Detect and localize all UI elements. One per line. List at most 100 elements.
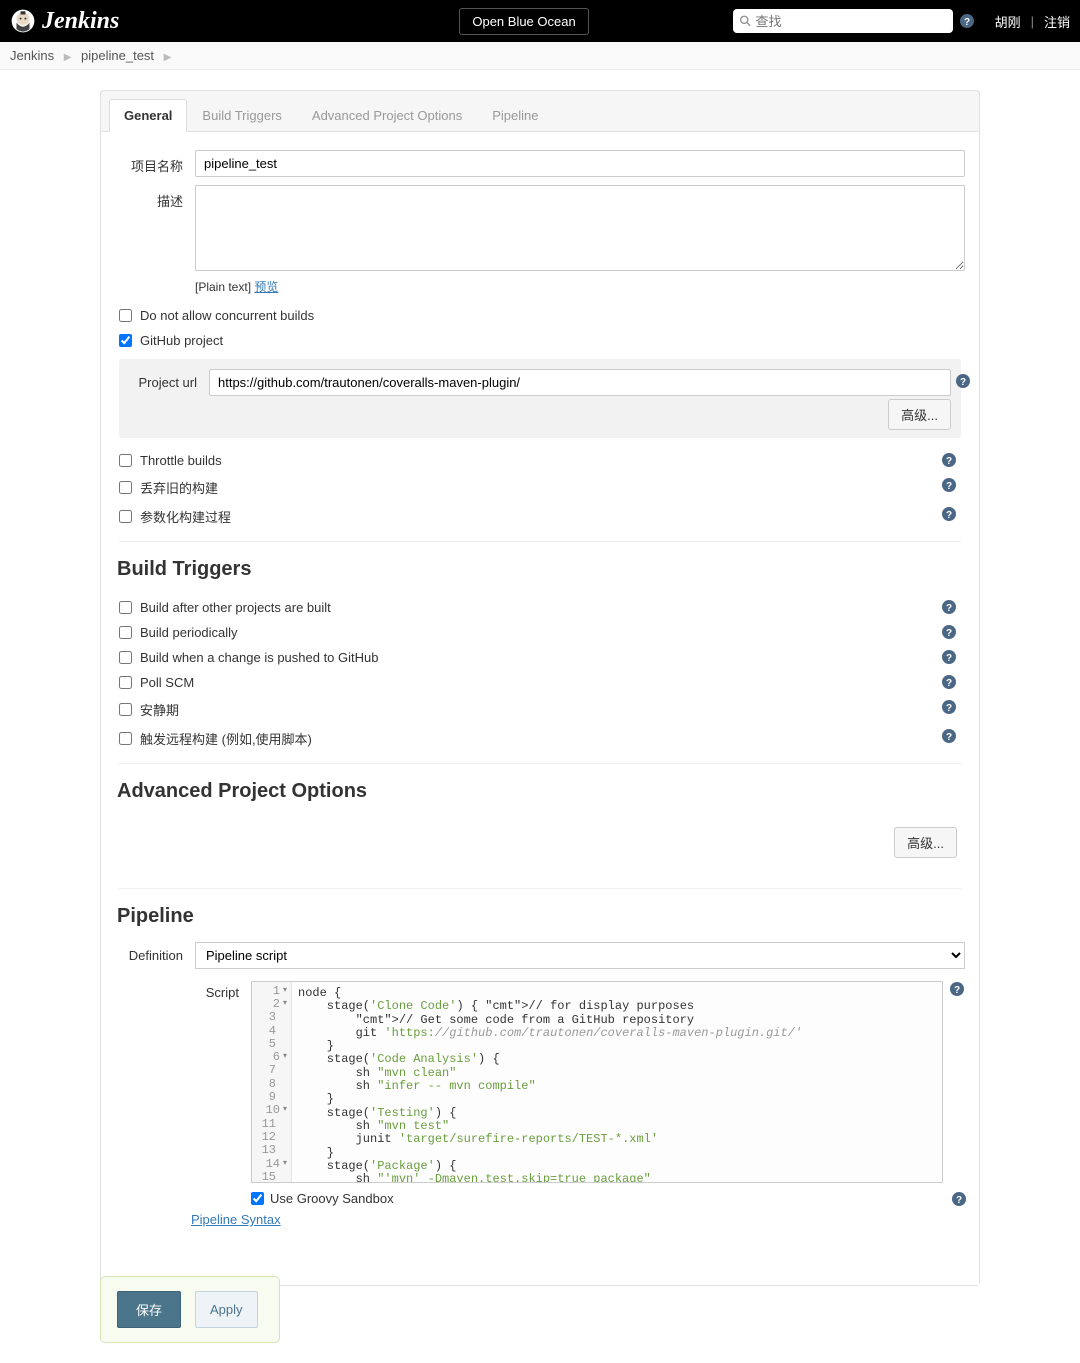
search-input[interactable] bbox=[755, 14, 946, 29]
build-trigger-checkbox[interactable] bbox=[119, 626, 132, 639]
checkbox-parameterized-input[interactable] bbox=[119, 510, 132, 523]
help-icon[interactable]: ? bbox=[949, 981, 965, 997]
save-button[interactable]: 保存 bbox=[117, 1291, 181, 1328]
definition-select[interactable]: Pipeline script bbox=[195, 942, 965, 969]
build-trigger-row[interactable]: 触发远程构建 (例如,使用脚本)? bbox=[115, 724, 965, 753]
checkbox-no-concurrent-input[interactable] bbox=[119, 309, 132, 322]
svg-text:?: ? bbox=[954, 985, 960, 996]
tab-general[interactable]: General bbox=[109, 99, 187, 132]
user-link[interactable]: 胡刚 bbox=[995, 12, 1021, 31]
build-trigger-label: Poll SCM bbox=[140, 675, 194, 690]
build-trigger-label: 触发远程构建 (例如,使用脚本) bbox=[140, 729, 312, 748]
help-icon[interactable]: ? bbox=[941, 452, 957, 468]
svg-text:?: ? bbox=[956, 1195, 962, 1206]
breadcrumb-root[interactable]: Jenkins bbox=[10, 48, 54, 63]
build-trigger-label: Build when a change is pushed to GitHub bbox=[140, 650, 379, 665]
help-icon[interactable]: ? bbox=[941, 477, 957, 493]
logout-link[interactable]: 注销 bbox=[1044, 12, 1070, 31]
svg-text:?: ? bbox=[946, 732, 952, 743]
pipeline-syntax-link[interactable]: Pipeline Syntax bbox=[191, 1212, 965, 1227]
build-trigger-row[interactable]: Build when a change is pushed to GitHub? bbox=[115, 645, 965, 670]
breadcrumb: Jenkins ▶ pipeline_test ▶ bbox=[0, 42, 1080, 70]
sandbox-label: Use Groovy Sandbox bbox=[270, 1191, 394, 1206]
svg-text:?: ? bbox=[964, 17, 970, 28]
build-trigger-row[interactable]: 安静期? bbox=[115, 695, 965, 724]
svg-text:?: ? bbox=[946, 653, 952, 664]
help-icon[interactable]: ? bbox=[941, 624, 957, 640]
config-frame: General Build Triggers Advanced Project … bbox=[100, 90, 980, 1286]
svg-text:?: ? bbox=[946, 603, 952, 614]
script-editor[interactable]: 1▾2▾3456▾78910▾11121314▾15 node { stage(… bbox=[251, 981, 943, 1183]
header-links: 胡刚 | 注销 bbox=[995, 12, 1070, 31]
sandbox-checkbox[interactable] bbox=[251, 1192, 264, 1205]
section-general: 项目名称 描述 [Plain text] 预览 Do not a bbox=[115, 150, 965, 531]
section-build-triggers: Build Triggers Build after other project… bbox=[115, 558, 965, 753]
project-url-input[interactable] bbox=[209, 369, 951, 396]
chevron-right-icon: ▶ bbox=[64, 52, 72, 63]
project-url-label: Project url bbox=[133, 369, 209, 390]
advanced-options-button[interactable]: 高级... bbox=[894, 827, 957, 858]
build-trigger-checkbox[interactable] bbox=[119, 601, 132, 614]
build-trigger-row[interactable]: Build periodically? bbox=[115, 620, 965, 645]
svg-text:?: ? bbox=[946, 510, 952, 521]
help-icon[interactable]: ? bbox=[941, 674, 957, 690]
build-trigger-checkbox[interactable] bbox=[119, 732, 132, 745]
build-trigger-row[interactable]: Build after other projects are built? bbox=[115, 595, 965, 620]
save-bar: 保存 Apply bbox=[100, 1276, 280, 1343]
github-advanced-button[interactable]: 高级... bbox=[888, 399, 951, 430]
checkbox-throttle[interactable]: Throttle builds ? bbox=[115, 448, 965, 473]
separator: | bbox=[1031, 14, 1034, 29]
apply-button[interactable]: Apply bbox=[195, 1291, 258, 1328]
help-icon[interactable]: ? bbox=[941, 506, 957, 522]
open-blue-ocean-button[interactable]: Open Blue Ocean bbox=[459, 8, 588, 35]
build-trigger-label: Build periodically bbox=[140, 625, 238, 640]
search-box bbox=[733, 9, 953, 33]
project-name-label: 项目名称 bbox=[119, 150, 195, 175]
help-icon[interactable]: ? bbox=[941, 649, 957, 665]
help-icon[interactable]: ? bbox=[941, 699, 957, 715]
breadcrumb-item[interactable]: pipeline_test bbox=[81, 48, 154, 63]
checkbox-github-project-input[interactable] bbox=[119, 334, 132, 347]
search-icon bbox=[739, 14, 752, 28]
checkbox-throttle-input[interactable] bbox=[119, 454, 132, 467]
tab-pipeline[interactable]: Pipeline bbox=[477, 99, 553, 131]
help-icon[interactable]: ? bbox=[951, 1191, 967, 1207]
svg-text:?: ? bbox=[946, 678, 952, 689]
build-trigger-checkbox[interactable] bbox=[119, 703, 132, 716]
tab-bar: General Build Triggers Advanced Project … bbox=[101, 91, 979, 132]
svg-text:?: ? bbox=[946, 628, 952, 639]
help-icon[interactable]: ? bbox=[955, 373, 971, 389]
svg-text:?: ? bbox=[946, 481, 952, 492]
jenkins-title: Jenkins bbox=[42, 8, 119, 35]
tab-build-triggers[interactable]: Build Triggers bbox=[187, 99, 296, 131]
chevron-right-icon: ▶ bbox=[164, 52, 172, 63]
description-help: [Plain text] 预览 bbox=[195, 278, 965, 295]
build-trigger-row[interactable]: Poll SCM? bbox=[115, 670, 965, 695]
checkbox-no-concurrent[interactable]: Do not allow concurrent builds bbox=[115, 303, 965, 328]
top-header: Jenkins Open Blue Ocean ? 胡刚 | 注销 bbox=[0, 0, 1080, 42]
checkbox-discard-old-input[interactable] bbox=[119, 481, 132, 494]
description-textarea[interactable] bbox=[195, 185, 965, 271]
description-label: 描述 bbox=[119, 185, 195, 210]
script-label: Script bbox=[191, 981, 251, 1183]
build-trigger-checkbox[interactable] bbox=[119, 676, 132, 689]
help-icon[interactable]: ? bbox=[941, 728, 957, 744]
checkbox-discard-old[interactable]: 丢弃旧的构建 ? bbox=[115, 473, 965, 502]
help-icon[interactable]: ? bbox=[941, 599, 957, 615]
jenkins-logo[interactable]: Jenkins bbox=[10, 7, 119, 35]
preview-link[interactable]: 预览 bbox=[254, 280, 278, 294]
build-trigger-checkbox[interactable] bbox=[119, 651, 132, 664]
project-name-input[interactable] bbox=[195, 150, 965, 177]
svg-text:?: ? bbox=[946, 703, 952, 714]
checkbox-parameterized[interactable]: 参数化构建过程 ? bbox=[115, 502, 965, 531]
header-help-icon[interactable]: ? bbox=[959, 13, 975, 29]
svg-text:?: ? bbox=[960, 377, 966, 388]
svg-text:?: ? bbox=[946, 456, 952, 467]
github-project-panel: Project url ? 高级... bbox=[119, 359, 961, 438]
definition-label: Definition bbox=[119, 942, 195, 963]
sandbox-row[interactable]: Use Groovy Sandbox ? bbox=[251, 1191, 965, 1206]
tab-advanced-options[interactable]: Advanced Project Options bbox=[297, 99, 477, 131]
section-advanced-options: Advanced Project Options 高级... bbox=[115, 780, 965, 878]
advanced-options-heading: Advanced Project Options bbox=[117, 780, 965, 803]
checkbox-github-project[interactable]: GitHub project bbox=[115, 328, 965, 353]
